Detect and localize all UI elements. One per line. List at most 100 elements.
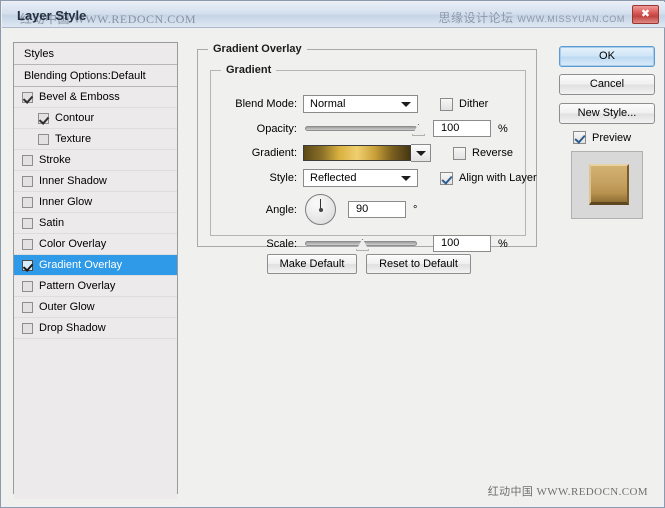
style-row-checkbox[interactable] [22,196,33,208]
style-row-label: Gradient Overlay [39,258,123,271]
style-label: Style: [269,172,297,184]
styles-panel: Styles Blending Options:Default Bevel & … [13,42,178,499]
style-row-inner-shadow[interactable]: Inner Shadow [14,171,177,192]
cancel-button[interactable]: Cancel [559,74,655,95]
style-row-label: Color Overlay [39,237,107,250]
reverse-label: Reverse [472,147,513,159]
ok-button[interactable]: OK [559,46,655,67]
style-row-checkbox[interactable] [38,112,49,124]
style-row-label: Inner Shadow [39,174,107,187]
angle-input[interactable]: 90 [348,201,406,218]
style-select[interactable]: Reflected [303,169,418,187]
align-with-layer-label: Align with Layer [459,172,537,184]
style-row-checkbox[interactable] [38,133,49,145]
angle-dial-hub [318,207,323,212]
preview-thumbnail-swatch [589,164,629,205]
style-row-bevel-emboss[interactable]: Bevel & Emboss [14,87,177,108]
style-row-pattern-overlay[interactable]: Pattern Overlay [14,276,177,297]
style-row-label: Satin [39,216,65,229]
scale-unit: % [498,237,508,250]
style-row-label: Bevel & Emboss [39,90,120,103]
make-default-button[interactable]: Make Default [267,254,357,274]
style-row-texture[interactable]: Texture [14,129,177,150]
style-row-label: Outer Glow [39,300,95,313]
style-row-drop-shadow[interactable]: Drop Shadow [14,318,177,339]
reverse-checkbox[interactable]: Reverse [453,146,513,160]
styles-list: Bevel & Emboss Contour Texture Stroke Inner … [14,87,177,339]
dither-checkbox[interactable]: Dither [440,97,489,111]
blend-mode-select[interactable]: Normal [303,95,418,113]
angle-dial[interactable] [305,194,336,225]
style-row: Style: Reflected Align with Layer [219,169,537,187]
chevron-down-icon [401,102,411,107]
style-row-checkbox[interactable] [22,322,33,334]
blend-mode-value: Normal [310,98,346,110]
gradient-group-title: Gradient [221,64,277,76]
gradient-overlay-section-title: Gradient Overlay [208,43,307,55]
gradient-dropdown-button[interactable] [411,144,431,162]
blend-mode-label: Blend Mode: [235,98,297,110]
style-row-checkbox[interactable] [22,280,33,292]
opacity-input[interactable]: 100 [433,120,491,137]
gradient-overlay-section: Gradient Overlay Gradient Blend Mode: No… [197,43,537,252]
style-row-label: Stroke [39,153,71,166]
new-style-button[interactable]: New Style... [559,103,655,124]
chevron-down-icon [415,151,426,156]
style-row-label: Inner Glow [39,195,93,208]
scale-slider[interactable] [305,237,417,251]
style-row-checkbox[interactable] [22,154,33,166]
styles-list-empty-area [14,339,177,499]
style-row-outer-glow[interactable]: Outer Glow [14,297,177,318]
align-with-layer-checkbox[interactable]: Align with Layer [440,171,537,185]
style-row-checkbox[interactable] [22,91,33,103]
gradient-group: Gradient Blend Mode: Normal Dither Opaci… [210,64,537,252]
style-row-label: Texture [55,132,92,145]
style-row-inner-glow[interactable]: Inner Glow [14,192,177,213]
scale-input[interactable]: 100 [433,235,491,252]
style-row-label: Drop Shadow [39,321,106,334]
style-row-label: Pattern Overlay [39,279,116,292]
style-row-gradient-overlay[interactable]: Gradient Overlay [14,255,177,276]
preview-checkbox[interactable]: Preview [573,131,631,144]
style-row-checkbox[interactable] [22,259,33,271]
style-row-color-overlay[interactable]: Color Overlay [14,234,177,255]
watermark-top-right-cn: 思缘设计论坛 [438,11,514,25]
preview-label: Preview [592,131,632,144]
opacity-unit: % [498,122,508,135]
style-row-checkbox[interactable] [22,217,33,229]
scale-row: Scale: 100 % [219,235,508,252]
style-row-stroke[interactable]: Stroke [14,150,177,171]
opacity-slider[interactable] [305,122,425,136]
styles-panel-header: Styles [14,43,177,65]
angle-unit: ° [413,203,418,216]
style-row-checkbox[interactable] [22,301,33,313]
style-value: Reflected [310,172,357,184]
style-row-checkbox[interactable] [22,175,33,187]
align-with-layer-checkbox-box [440,171,453,185]
dither-checkbox-box [440,97,453,111]
preview-checkbox-box [573,131,586,144]
layer-style-dialog: 红动中国 WWW.REDOCN.COM Layer Style 思缘设计论坛 W… [0,0,665,508]
close-icon: ✖ [640,8,651,20]
page-title: Layer Style [17,8,87,23]
style-row-checkbox[interactable] [22,238,33,250]
opacity-label: Opacity: [256,122,297,135]
chevron-down-icon [401,176,411,181]
gradient-picker[interactable] [303,144,431,162]
watermark-top-right-en: WWW.MISSYUAN.COM [517,14,625,24]
preview-thumbnail [571,151,643,219]
opacity-row: Opacity: 100 % [219,120,508,137]
watermark-bottom: 红动中国 WWW.REDOCN.COM [487,486,648,498]
angle-row: Angle: 90 ° [219,194,417,225]
blending-options-row[interactable]: Blending Options:Default [14,65,177,87]
gradient-row: Gradient: Reverse [219,144,513,162]
style-row-satin[interactable]: Satin [14,213,177,234]
title-bar: 红动中国 WWW.REDOCN.COM Layer Style 思缘设计论坛 W… [2,2,665,28]
close-button[interactable]: ✖ [632,5,659,24]
blend-mode-row: Blend Mode: Normal Dither [219,95,488,113]
dither-label: Dither [459,98,489,110]
reset-to-default-button[interactable]: Reset to Default [366,254,471,274]
gradient-swatch[interactable] [303,145,411,161]
style-row-contour[interactable]: Contour [14,108,177,129]
scale-label: Scale: [266,237,297,250]
